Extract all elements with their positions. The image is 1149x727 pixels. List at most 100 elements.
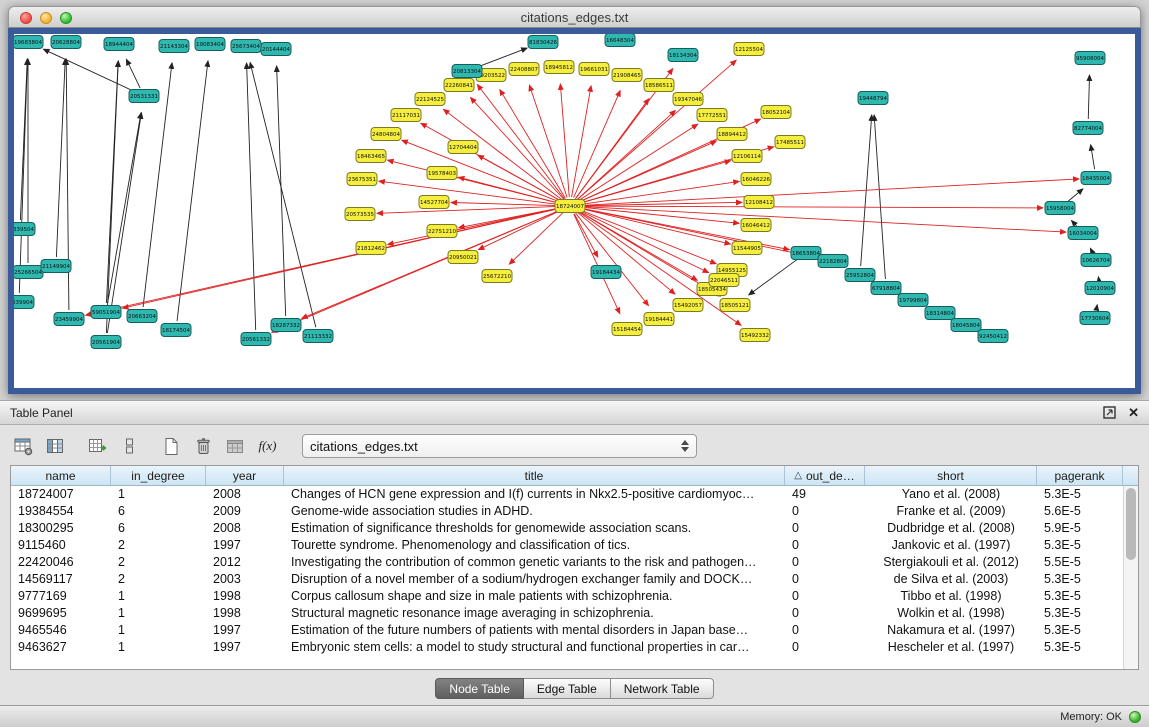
table-row[interactable]: 1830029562008Estimation of significance … bbox=[11, 520, 1123, 537]
graph-node[interactable]: 18586511 bbox=[644, 79, 674, 92]
close-panel-icon[interactable]: ✕ bbox=[1128, 406, 1139, 419]
scrollbar-thumb[interactable] bbox=[1126, 488, 1136, 560]
graph-node[interactable]: 18052104 bbox=[761, 106, 791, 119]
graph-node[interactable]: 10626704 bbox=[1081, 254, 1111, 267]
graph-node[interactable]: 18944404 bbox=[104, 38, 134, 51]
graph-node[interactable]: 22408807 bbox=[509, 63, 539, 76]
graph-node[interactable]: 17730604 bbox=[1080, 312, 1110, 325]
graph-node[interactable]: 12704404 bbox=[448, 141, 478, 154]
column-header-year[interactable]: year bbox=[206, 466, 284, 485]
graph-node[interactable]: 92450412 bbox=[978, 330, 1008, 343]
graph-node[interactable]: 20144404 bbox=[261, 43, 291, 56]
graph-node[interactable]: 19683804 bbox=[14, 36, 43, 49]
graph-node[interactable]: 14527704 bbox=[419, 196, 449, 209]
graph-node[interactable]: 82774004 bbox=[1073, 122, 1103, 135]
graph-node[interactable]: 22182804 bbox=[818, 255, 848, 268]
graph-node[interactable]: 25673404 bbox=[231, 40, 261, 53]
graph-node[interactable]: 20573535 bbox=[345, 208, 375, 221]
graph-node[interactable]: 18134304 bbox=[668, 49, 698, 62]
graph-node[interactable]: 19448794 bbox=[858, 92, 888, 105]
graph-node[interactable]: 15492332 bbox=[740, 329, 770, 342]
graph-node[interactable]: 19347046 bbox=[673, 93, 703, 106]
graph-node[interactable]: 15958004 bbox=[1045, 202, 1075, 215]
table-mode-button[interactable] bbox=[10, 433, 37, 460]
zoom-window-button[interactable] bbox=[60, 12, 72, 24]
graph-node[interactable]: 22260841 bbox=[444, 79, 474, 92]
graph-node[interactable]: 59051904 bbox=[91, 306, 121, 319]
graph-node[interactable]: 15492057 bbox=[673, 299, 703, 312]
graph-node[interactable]: 25952804 bbox=[845, 269, 875, 282]
table-panel-header[interactable]: Table Panel ✕ bbox=[0, 401, 1149, 425]
graph-node[interactable]: 20950021 bbox=[448, 251, 478, 264]
table-row[interactable]: 2242004622012Investigating the contribut… bbox=[11, 554, 1123, 571]
column-header-out-de-[interactable]: △out_de… bbox=[785, 466, 865, 485]
graph-node[interactable]: 95908004 bbox=[1075, 52, 1105, 65]
graph-node[interactable]: 21908465 bbox=[612, 69, 642, 82]
graph-node[interactable]: 20628804 bbox=[51, 36, 81, 49]
graph-node[interactable]: 17485511 bbox=[775, 136, 805, 149]
graph-node[interactable]: 20663204 bbox=[127, 310, 157, 323]
graph-node[interactable]: 21117031 bbox=[391, 109, 421, 122]
graph-node[interactable]: 20561904 bbox=[91, 336, 121, 349]
graph-node[interactable]: 18724007 bbox=[555, 200, 585, 213]
graph-node[interactable]: 11544905 bbox=[732, 242, 762, 255]
graph-node[interactable]: 16046226 bbox=[741, 173, 771, 186]
graph-node[interactable]: 12010904 bbox=[1085, 282, 1115, 295]
graph-node[interactable]: 81830426 bbox=[528, 36, 558, 49]
graph-node[interactable]: 18894412 bbox=[717, 128, 747, 141]
table-row[interactable]: 946554611997Estimation of the future num… bbox=[11, 622, 1123, 639]
graph-node[interactable]: 20813304 bbox=[452, 65, 482, 78]
graph-node[interactable]: 20561332 bbox=[241, 333, 271, 346]
graph-node[interactable]: 23675351 bbox=[347, 173, 377, 186]
table-row[interactable]: 969969511998Structural magnetic resonanc… bbox=[11, 605, 1123, 622]
row-height-button[interactable] bbox=[116, 433, 143, 460]
graph-node[interactable]: 67918804 bbox=[871, 282, 901, 295]
graph-node[interactable]: 19184434 bbox=[591, 266, 621, 279]
table-selector-dropdown[interactable]: citations_edges.txt bbox=[302, 434, 697, 458]
tab-network-table[interactable]: Network Table bbox=[611, 678, 714, 699]
graph-node[interactable]: 19339504 bbox=[14, 223, 35, 236]
graph-node[interactable]: 19184441 bbox=[644, 313, 674, 326]
graph-node[interactable]: 25672210 bbox=[482, 270, 512, 283]
graph-node[interactable]: 19661031 bbox=[579, 63, 609, 76]
table-row[interactable]: 977716911998Corpus callosum shape and si… bbox=[11, 588, 1123, 605]
graph-node[interactable]: 16046412 bbox=[741, 219, 771, 232]
show-columns-button[interactable] bbox=[42, 433, 69, 460]
graph-node[interactable]: 18463465 bbox=[356, 150, 386, 163]
graph-node[interactable]: 12125504 bbox=[734, 43, 764, 56]
graph-node[interactable]: 12106114 bbox=[732, 150, 762, 163]
function-builder-button[interactable]: f(x) bbox=[254, 433, 281, 460]
graph-node[interactable]: 16648304 bbox=[605, 34, 635, 47]
graph-node[interactable]: 19799804 bbox=[898, 294, 928, 307]
graph-node[interactable]: 24804804 bbox=[371, 128, 401, 141]
graph-node[interactable]: 22751210 bbox=[427, 225, 457, 238]
column-header-short[interactable]: short bbox=[865, 466, 1037, 485]
graph-node[interactable]: 12108412 bbox=[744, 196, 774, 209]
tab-node-table[interactable]: Node Table bbox=[435, 678, 524, 699]
column-header-title[interactable]: title bbox=[284, 466, 785, 485]
delete-column-button[interactable] bbox=[190, 433, 217, 460]
table-row[interactable]: 1456911722003Disruption of a novel membe… bbox=[11, 571, 1123, 588]
graph-node[interactable]: 18174504 bbox=[161, 324, 191, 337]
network-window-titlebar[interactable]: citations_edges.txt bbox=[8, 6, 1141, 28]
create-column-button[interactable] bbox=[84, 433, 111, 460]
tab-edge-table[interactable]: Edge Table bbox=[524, 678, 611, 699]
table-row[interactable]: 911546021997Tourette syndrome. Phenomeno… bbox=[11, 537, 1123, 554]
graph-node[interactable]: 18045804 bbox=[951, 319, 981, 332]
float-panel-icon[interactable] bbox=[1103, 406, 1116, 419]
graph-svg[interactable]: 1872400721812462205735352367535118463465… bbox=[14, 34, 1135, 388]
table-row[interactable]: 946362711997Embryonic stem cells: a mode… bbox=[11, 639, 1123, 656]
close-window-button[interactable] bbox=[20, 12, 32, 24]
graph-node[interactable]: 19083404 bbox=[195, 38, 225, 51]
graph-node[interactable]: 18945812 bbox=[544, 61, 574, 74]
delete-table-button[interactable] bbox=[222, 433, 249, 460]
graph-node[interactable]: 22124525 bbox=[415, 93, 445, 106]
table-row[interactable]: 1872400712008Changes of HCN gene express… bbox=[11, 486, 1123, 503]
graph-node[interactable]: 23459904 bbox=[54, 313, 84, 326]
graph-node[interactable]: 18505121 bbox=[720, 299, 750, 312]
column-header-name[interactable]: name bbox=[11, 466, 111, 485]
column-header-pagerank[interactable]: pagerank bbox=[1037, 466, 1123, 485]
graph-node[interactable]: 21113332 bbox=[303, 330, 333, 343]
minimize-window-button[interactable] bbox=[40, 12, 52, 24]
new-table-button[interactable] bbox=[158, 433, 185, 460]
